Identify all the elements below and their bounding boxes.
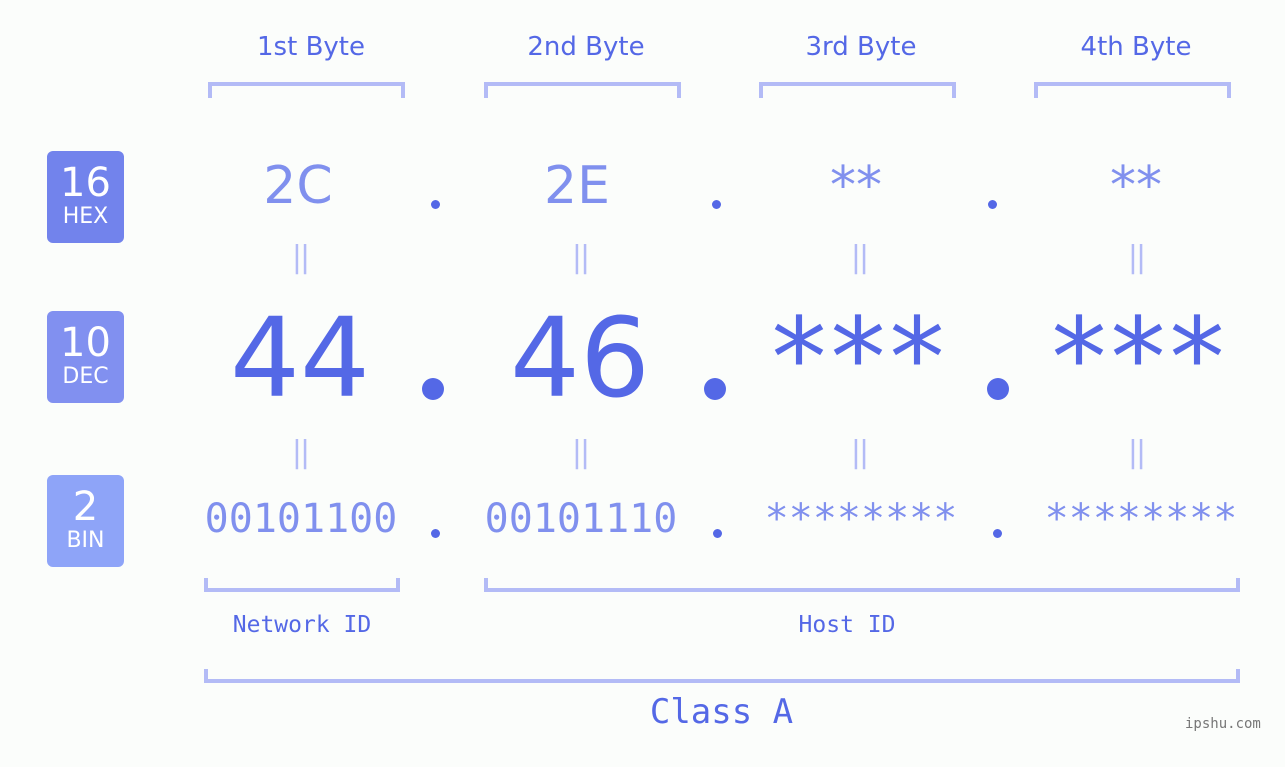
byte-bracket-1 <box>208 82 405 98</box>
byte-bracket-4 <box>1034 82 1231 98</box>
byte-bracket-3 <box>759 82 956 98</box>
host-id-bracket <box>484 578 1240 592</box>
dec-value-3: *** <box>771 294 949 422</box>
equals-icon: || <box>571 240 590 275</box>
equals-icon: || <box>1127 240 1146 275</box>
equals-icon: || <box>1127 435 1146 470</box>
hex-badge-unit: HEX <box>62 204 109 229</box>
bin-badge-unit: BIN <box>66 528 105 553</box>
byte-label-3: 3rd Byte <box>805 32 917 62</box>
network-id-bracket <box>204 578 400 592</box>
byte-bracket-2 <box>484 82 681 98</box>
hex-badge-base: 16 <box>60 160 111 206</box>
equals-icon: || <box>850 240 869 275</box>
bin-value-2: 00101110 <box>484 496 678 542</box>
hex-separator-dot <box>431 200 440 209</box>
bin-separator-dot <box>993 529 1002 538</box>
byte-label-4: 4th Byte <box>1080 32 1192 62</box>
equals-icon: || <box>291 435 310 470</box>
dec-badge-base: 10 <box>60 320 111 366</box>
hex-value-4: ** <box>1110 156 1162 216</box>
hex-badge: 16 HEX <box>47 151 124 243</box>
byte-label-2: 2nd Byte <box>527 32 645 62</box>
bin-separator-dot <box>713 529 722 538</box>
dec-separator-dot <box>987 378 1009 400</box>
bin-value-3: ******** <box>764 496 958 542</box>
dec-value-2: 46 <box>510 294 650 422</box>
watermark: ipshu.com <box>1185 716 1261 732</box>
hex-value-3: ** <box>830 156 882 216</box>
hex-separator-dot <box>988 200 997 209</box>
class-bracket <box>204 669 1240 683</box>
dec-separator-dot <box>422 378 444 400</box>
dec-badge: 10 DEC <box>47 311 124 403</box>
bin-badge: 2 BIN <box>47 475 124 567</box>
bin-badge-base: 2 <box>72 484 99 530</box>
equals-icon: || <box>291 240 310 275</box>
host-id-label: Host ID <box>798 612 896 638</box>
hex-separator-dot <box>712 200 721 209</box>
bin-value-4: ******** <box>1044 496 1238 542</box>
dec-separator-dot <box>704 378 726 400</box>
hex-value-1: 2C <box>263 156 333 216</box>
bin-value-1: 00101100 <box>204 496 398 542</box>
dec-value-1: 44 <box>230 294 370 422</box>
equals-icon: || <box>850 435 869 470</box>
hex-value-2: 2E <box>544 156 610 216</box>
class-label: Class A <box>649 692 794 732</box>
dec-badge-unit: DEC <box>62 364 109 389</box>
byte-label-1: 1st Byte <box>257 32 365 62</box>
dec-value-4: *** <box>1051 294 1229 422</box>
equals-icon: || <box>571 435 590 470</box>
network-id-label: Network ID <box>232 612 372 638</box>
bin-separator-dot <box>431 529 440 538</box>
